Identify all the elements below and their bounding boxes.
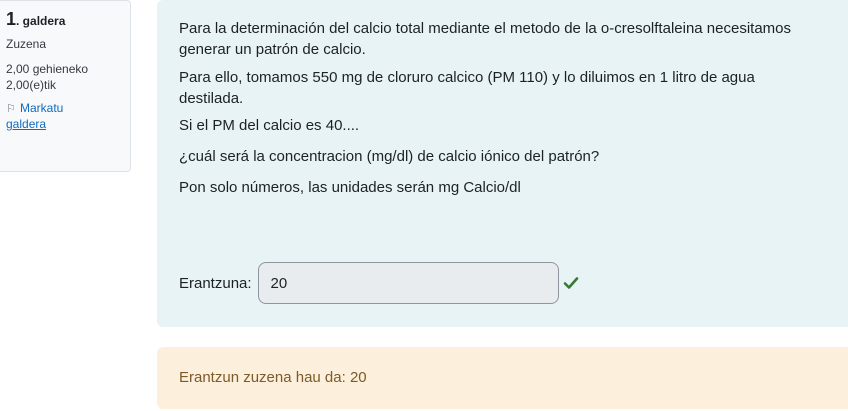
- question-number: 1. galdera: [6, 9, 130, 29]
- feedback-panel: Erantzun zuzena hau da: 20: [157, 347, 848, 409]
- flag-label-1: Markatu: [20, 101, 64, 115]
- question-grade: 2,00 gehieneko 2,00(e)tik: [6, 61, 130, 93]
- question-text-5: Pon solo números, las unidades serán mg …: [179, 179, 521, 196]
- answer-input[interactable]: [257, 262, 559, 304]
- grade-line-2: 2,00(e)tik: [6, 78, 57, 92]
- answer-label: Erantzuna:: [179, 274, 252, 292]
- flag-question-link[interactable]: ⚐ Markatu galdera: [6, 101, 130, 132]
- question-state: Zuzena: [6, 37, 47, 51]
- question-text-3: Si el PM del calcio es 40....: [179, 117, 360, 134]
- grade-line-1: 2,00 gehieneko: [6, 62, 89, 76]
- check-icon: [563, 277, 578, 289]
- question-text-2: Para ello, tomamos 550 mg de cloruro cal…: [179, 69, 755, 107]
- flag-icon: ⚐: [6, 103, 16, 115]
- right-answer-text: Erantzun zuzena hau da: 20: [179, 369, 367, 386]
- question-text-1: Para la determinación del calcio total m…: [179, 20, 792, 58]
- question-info-panel: 1. galdera Zuzena 2,00 gehieneko 2,00(e)…: [0, 0, 131, 172]
- question-text-4: ¿cuál será la concentracion (mg/dl) de c…: [179, 148, 600, 165]
- answer-row: Erantzuna:: [179, 262, 579, 304]
- question-number-value: 1: [6, 9, 17, 29]
- question-number-word: . galdera: [16, 14, 66, 28]
- flag-label-2: galdera: [6, 117, 47, 131]
- question-formulation: Para la determinación del calcio total m…: [157, 0, 848, 327]
